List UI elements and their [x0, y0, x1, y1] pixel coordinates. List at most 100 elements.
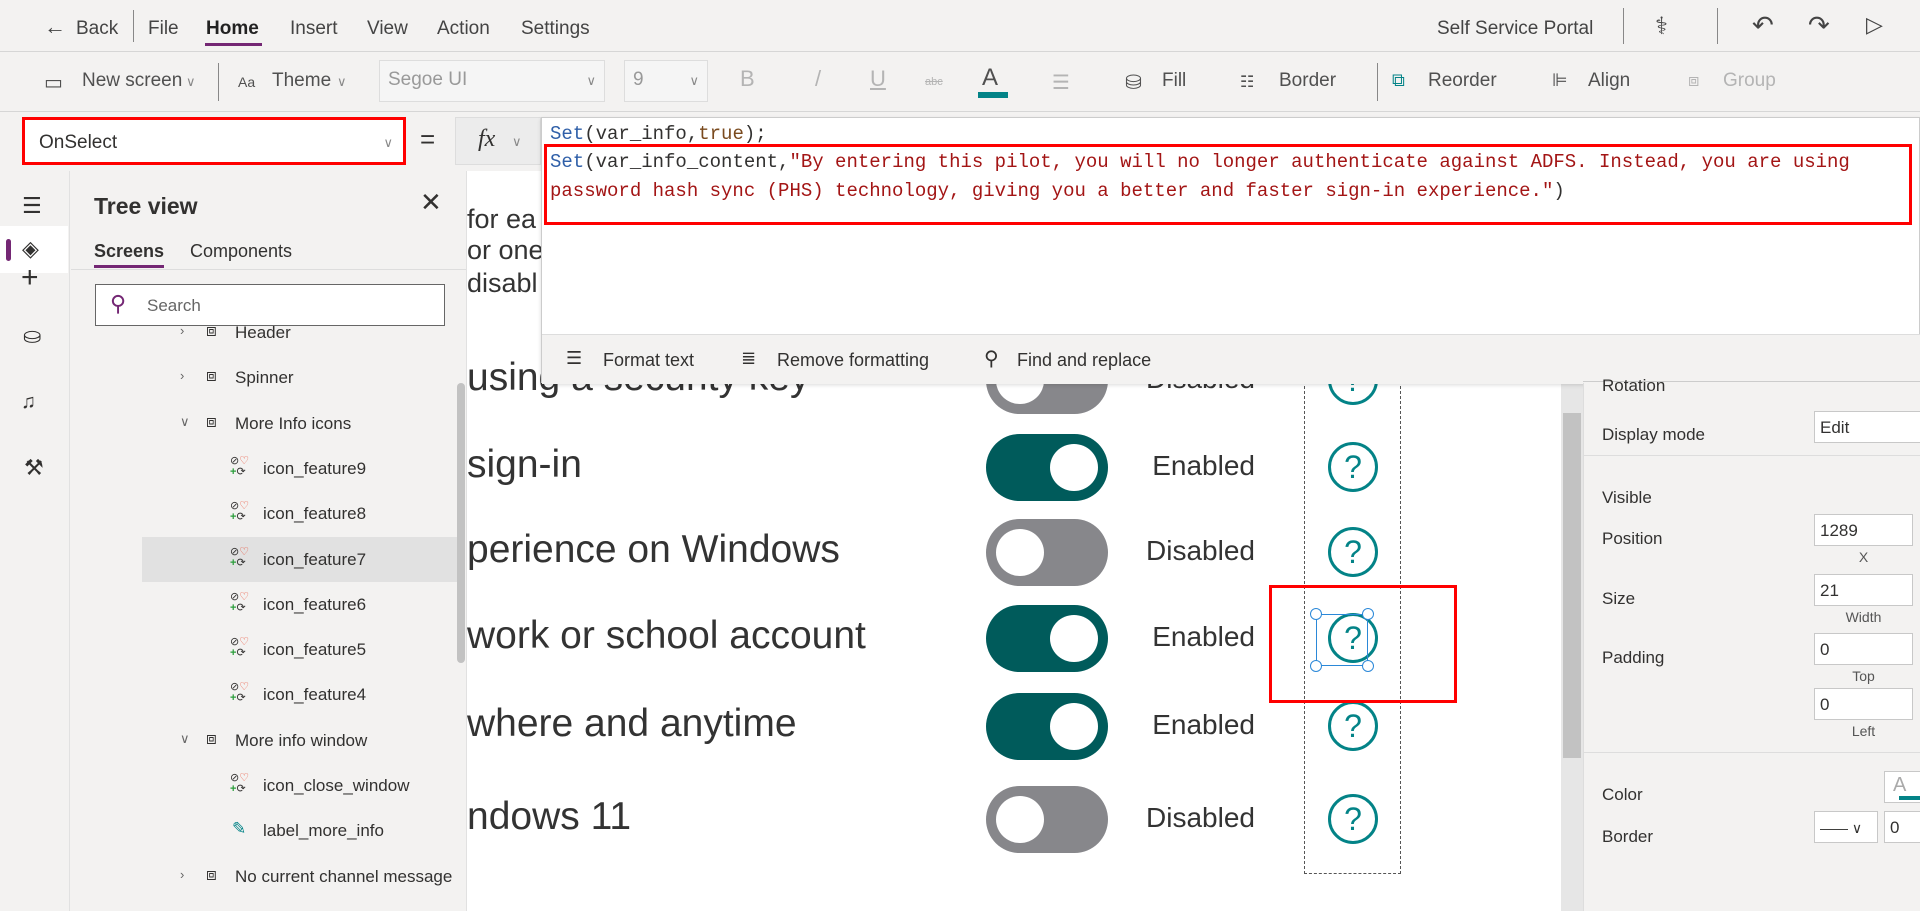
border-style-dropdown[interactable]: —— ∨: [1814, 811, 1878, 843]
new-screen-icon: ▭: [44, 72, 63, 94]
feature-toggle[interactable]: [986, 519, 1108, 586]
canvas-scrollbar[interactable]: [1561, 383, 1583, 911]
icons-control-icon: ⊘♡ +⟳: [230, 500, 250, 524]
formula-editor[interactable]: Set(var_info,true); Set(var_info_content…: [541, 117, 1920, 384]
color-picker[interactable]: A: [1884, 771, 1920, 803]
media-icon[interactable]: ♫: [21, 391, 36, 414]
menu-settings[interactable]: Settings: [521, 18, 590, 40]
find-replace-button[interactable]: Find and replace: [1017, 350, 1151, 371]
menu-file[interactable]: File: [148, 18, 179, 40]
chevron-right-icon[interactable]: ›: [180, 326, 184, 338]
undo-icon[interactable]: ↶: [1752, 10, 1774, 41]
tree-item-label: icon_feature9: [263, 458, 367, 478]
text-align-icon[interactable]: ☰: [1052, 70, 1070, 95]
strikethrough-button[interactable]: abc: [925, 76, 943, 88]
chevron-right-icon[interactable]: ›: [180, 867, 184, 882]
format-text-button[interactable]: Format text: [603, 350, 694, 371]
x-label: X: [1858, 549, 1869, 565]
advanced-tools-icon[interactable]: ⚒: [24, 455, 44, 481]
tree-item-label: icon_feature5: [263, 640, 367, 660]
menu-action[interactable]: Action: [437, 18, 490, 40]
chevron-down-icon: ∨: [512, 134, 522, 149]
tree-item[interactable]: ⊘♡ +⟳ icon_feature4: [142, 672, 457, 717]
border-icon: ☷: [1240, 74, 1255, 91]
hamburger-menu-icon[interactable]: ☰: [22, 193, 42, 219]
padding-top-input[interactable]: 0: [1814, 633, 1913, 665]
border-button[interactable]: Border: [1279, 70, 1336, 92]
tree-item[interactable]: › ⧈ Header: [142, 326, 457, 355]
tab-components[interactable]: Components: [190, 241, 292, 262]
feature-toggle[interactable]: [986, 786, 1108, 853]
property-dropdown[interactable]: OnSelect ∨: [22, 117, 406, 165]
tree-item[interactable]: ⊘♡ +⟳ icon_feature9: [142, 446, 457, 491]
display-mode-dropdown[interactable]: Edit: [1814, 411, 1920, 443]
left-label: Left: [1851, 723, 1876, 739]
italic-button[interactable]: /: [815, 66, 821, 92]
group-icon: ⧈: [206, 411, 217, 431]
tree-item[interactable]: ⊘♡ +⟳ icon_close_window: [142, 763, 457, 808]
align-icon: ⊫: [1552, 70, 1568, 90]
fill-button[interactable]: Fill: [1162, 70, 1186, 92]
border-label: Border: [1602, 827, 1654, 846]
equals-sign: =: [420, 124, 436, 154]
tab-screens[interactable]: Screens: [94, 241, 164, 262]
bold-button[interactable]: B: [740, 66, 755, 92]
tree-scrollbar[interactable]: [457, 383, 465, 663]
tree-item[interactable]: ⊘♡ +⟳ icon_feature6: [142, 582, 457, 627]
chevron-down-icon[interactable]: ∨: [180, 414, 190, 430]
search-input[interactable]: ⚲ Search: [95, 284, 445, 326]
play-icon[interactable]: ▷: [1866, 12, 1883, 38]
selected-icon-highlight: [1269, 585, 1457, 703]
theme-button[interactable]: Theme: [272, 70, 331, 92]
chevron-right-icon[interactable]: ›: [180, 368, 184, 383]
insert-plus-icon[interactable]: +: [21, 261, 39, 295]
data-cylinder-icon[interactable]: ⛀: [23, 323, 41, 349]
icons-control-icon: ⊘♡ +⟳: [230, 590, 250, 614]
tree-item[interactable]: ∨ ⧈ More info window: [142, 718, 457, 763]
position-label: Position: [1602, 529, 1663, 548]
back-arrow-icon[interactable]: ←: [44, 14, 66, 40]
menu-home[interactable]: Home: [206, 18, 259, 40]
tree-item[interactable]: ✎ label_more_info: [142, 808, 457, 853]
tree-item[interactable]: ⊘♡ +⟳ icon_feature5: [142, 627, 457, 672]
search-placeholder: Search: [147, 296, 201, 315]
remove-formatting-button[interactable]: Remove formatting: [777, 350, 929, 371]
chevron-down-icon[interactable]: ∨: [180, 731, 190, 747]
fx-button[interactable]: fx ∨: [455, 117, 541, 165]
feature-toggle[interactable]: [986, 693, 1108, 760]
underline-button[interactable]: U: [870, 66, 886, 92]
border-width-input[interactable]: 0: [1884, 811, 1920, 843]
padding-left-input[interactable]: 0: [1814, 688, 1913, 720]
width-input[interactable]: 21: [1814, 574, 1913, 606]
canvas-intro-text: or one: [467, 235, 544, 265]
new-screen-button[interactable]: New screen: [82, 70, 182, 92]
font-dropdown[interactable]: Segoe UI ∨: [379, 60, 605, 102]
font-size-dropdown[interactable]: 9 ∨: [624, 60, 708, 102]
tree-item[interactable]: ∨ ⧈ More Info icons: [142, 401, 457, 446]
font-color-swatch: [978, 92, 1008, 98]
feature-toggle[interactable]: [986, 605, 1108, 672]
tree-item[interactable]: ⊘♡+⟳icon_feature7...: [142, 536, 457, 582]
back-button[interactable]: Back: [76, 18, 118, 40]
x-input[interactable]: 1289: [1814, 514, 1913, 546]
tree-item[interactable]: › ⧈ No current channel message: [142, 854, 457, 899]
group-button[interactable]: Group: [1723, 70, 1776, 92]
reorder-button[interactable]: Reorder: [1428, 70, 1497, 92]
feature-toggle[interactable]: [986, 434, 1108, 501]
font-color-button[interactable]: A: [982, 64, 998, 92]
redo-icon[interactable]: ↷: [1808, 10, 1830, 41]
tree-item[interactable]: › ⧈ Spinner: [142, 355, 457, 400]
close-icon[interactable]: ✕: [420, 187, 442, 218]
chevron-down-icon: ∨: [586, 73, 596, 88]
icons-control-icon: ⊘♡ +⟳: [230, 545, 250, 569]
menu-insert[interactable]: Insert: [290, 18, 338, 40]
canvas-intro-text: disabl: [467, 268, 538, 298]
app-checker-stethoscope-icon[interactable]: ⚕: [1655, 12, 1668, 41]
align-button[interactable]: Align: [1588, 70, 1630, 92]
group-icon: ⧈: [1688, 70, 1700, 90]
menu-view[interactable]: View: [367, 18, 408, 40]
tree-item-label: icon_feature6: [263, 594, 367, 614]
active-tab-underline: [94, 265, 164, 268]
tree-item[interactable]: ⊘♡ +⟳ icon_feature8: [142, 491, 457, 536]
canvas-scrollbar-thumb[interactable]: [1563, 413, 1581, 758]
